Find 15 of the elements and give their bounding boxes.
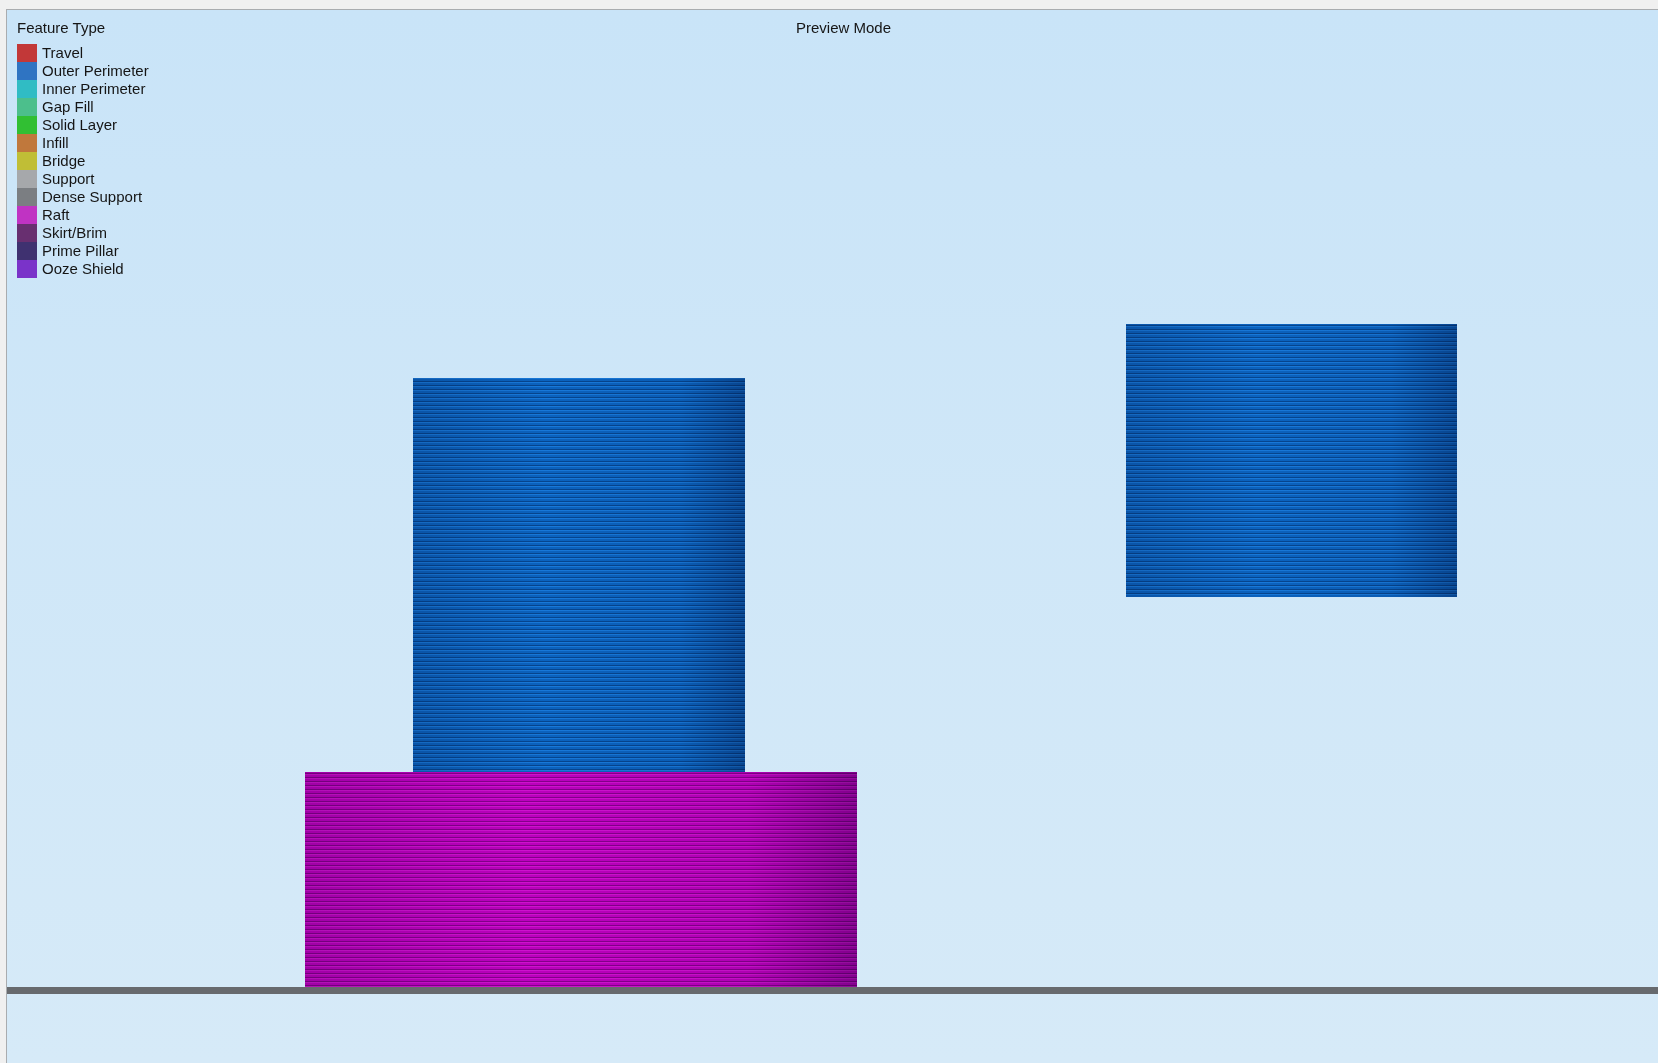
legend-label: Gap Fill bbox=[42, 98, 94, 116]
legend-label: Inner Perimeter bbox=[42, 80, 146, 98]
legend-label: Support bbox=[42, 170, 95, 188]
legend-label: Travel bbox=[42, 44, 84, 62]
legend-label: Outer Perimeter bbox=[42, 62, 149, 80]
legend-label: Infill bbox=[42, 134, 69, 152]
legend-title: Feature Type bbox=[17, 19, 106, 37]
legend-label: Prime Pillar bbox=[42, 242, 119, 260]
legend-label: Raft bbox=[42, 206, 70, 224]
legend-label: Solid Layer bbox=[42, 116, 118, 134]
legend-label: Ooze Shield bbox=[42, 260, 124, 278]
legend-label: Dense Support bbox=[42, 188, 143, 206]
mode-label: Preview Mode bbox=[795, 19, 891, 37]
legend-label: Bridge bbox=[42, 152, 86, 170]
legend-label: Skirt/Brim bbox=[42, 224, 107, 242]
